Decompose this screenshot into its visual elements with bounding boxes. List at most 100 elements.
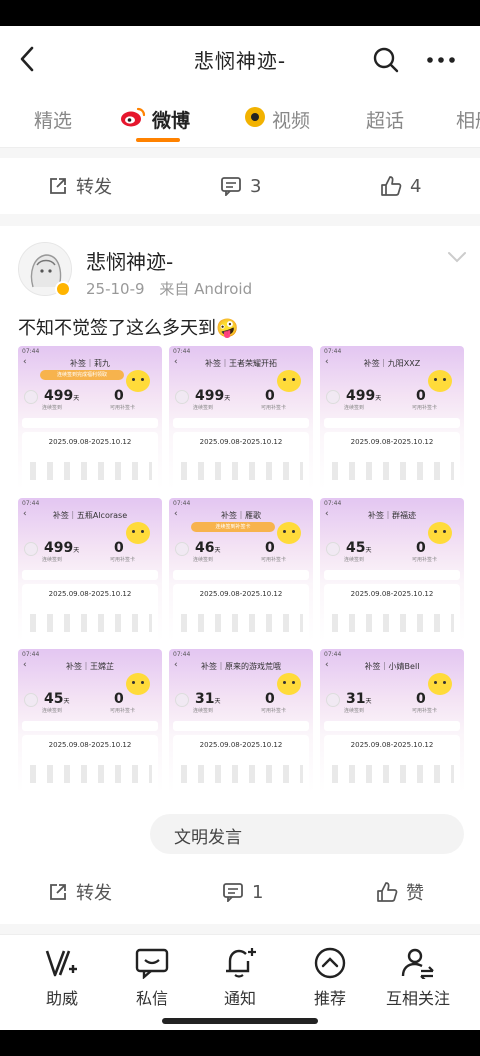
- post-image[interactable]: 07:44 ‹ 补签｜原来的游戏荒哦 31天 0 连续签到 可用补签卡 2025.09.08-…: [169, 649, 313, 793]
- days-unit: 天: [73, 395, 80, 402]
- calendar-dots: [30, 765, 152, 783]
- repost-label: 转发: [76, 177, 112, 198]
- image-days: 45天: [346, 540, 372, 556]
- image-avatar: [326, 693, 340, 707]
- image-strip: [173, 570, 309, 580]
- days-value: 499: [44, 540, 74, 556]
- days-unit: 天: [365, 698, 372, 705]
- back-arrow-icon[interactable]: [14, 44, 42, 74]
- image-status-time: 07:44: [324, 348, 342, 355]
- post-image[interactable]: 07:44 ‹ 补签｜雁歌 连续签到补签卡 46天 0 连续签到 可用补签卡 2025.09.0…: [169, 498, 313, 642]
- more-icon[interactable]: [424, 46, 458, 74]
- like-button[interactable]: 赞: [376, 864, 424, 920]
- notification-button[interactable]: 通知: [198, 947, 282, 1009]
- mutual-follow-button[interactable]: 互相关注: [376, 947, 460, 1009]
- emoji-face-icon: [126, 673, 150, 695]
- image-date-range: 2025.09.08-2025.10.12: [199, 590, 283, 598]
- cheer-icon: [45, 950, 77, 977]
- image-label-days: 连续签到: [344, 405, 365, 411]
- tab-featured[interactable]: 精选: [34, 106, 72, 133]
- image-status-time: 07:44: [22, 500, 40, 507]
- calendar-dots: [181, 765, 303, 783]
- calendar-dots: [181, 462, 303, 480]
- image-calendar: 2025.09.08-2025.10.12: [324, 735, 460, 793]
- message-icon: [135, 948, 169, 979]
- image-calendar: 2025.09.08-2025.10.12: [324, 432, 460, 490]
- post-card: 悲悯神迹- 25-10-9 来自 Android 不知不觉签了这么多天到🤪 07…: [0, 226, 480, 924]
- image-days: 45天: [44, 691, 70, 707]
- image-strip: [22, 418, 158, 428]
- post-image[interactable]: 07:44 ‹ 补签｜群福迹 45天 0 连续签到 可用补签卡 2025.09.08-2025…: [320, 498, 464, 642]
- thumbs-up-icon: [381, 176, 402, 196]
- repost-label: 转发: [76, 883, 112, 904]
- tab-album[interactable]: 相册: [456, 106, 480, 133]
- image-title: 补签｜原来的游戏荒哦: [201, 662, 281, 671]
- emoji-face-icon: [277, 522, 301, 544]
- recommend-button[interactable]: 推荐: [288, 947, 372, 1009]
- action-bar: 转发 3 4: [0, 158, 480, 214]
- post-image[interactable]: 07:44 ‹ 补签｜王嫦芷 45天 0 连续签到 可用补签卡 2025.09.08-2025…: [18, 649, 162, 793]
- image-status-time: 07:44: [22, 651, 40, 658]
- repost-icon: [50, 178, 66, 194]
- image-date-range: 2025.09.08-2025.10.12: [350, 590, 434, 598]
- image-label-cards: 可用补签卡: [412, 405, 438, 411]
- post-image[interactable]: 07:44 ‹ 补签｜王者荣耀开拓 499天 0 连续签到 可用补签卡 2025.09.08-…: [169, 346, 313, 490]
- screen: 悲悯神迹- 精选 微博 视频 超话 相册 转发 3: [0, 0, 480, 1056]
- days-unit: 天: [63, 698, 70, 705]
- emoji-face-icon: [277, 370, 301, 392]
- emoji-face-icon: [126, 370, 150, 392]
- image-title: 补签｜王嫦芷: [66, 662, 114, 671]
- tab-super-topic[interactable]: 超话: [366, 106, 404, 133]
- thumbs-up-icon: [377, 882, 398, 902]
- image-days: 499天: [195, 388, 230, 404]
- chevron-down-icon[interactable]: [446, 250, 468, 264]
- nav-label: 通知: [223, 989, 256, 1008]
- image-avatar: [175, 693, 189, 707]
- image-label-days: 连续签到: [42, 557, 63, 563]
- image-label-cards: 可用补签卡: [110, 405, 136, 411]
- calendar-dots: [181, 614, 303, 632]
- post-image[interactable]: 07:44 ‹ 补签｜九阳XXZ 499天 0 连续签到 可用补签卡 2025.09.08-2…: [320, 346, 464, 490]
- image-title: 补签｜雁歌: [221, 511, 261, 520]
- tab-video[interactable]: 视频: [244, 106, 310, 133]
- image-calendar: 2025.09.08-2025.10.12: [173, 735, 309, 793]
- image-grid: 07:44 ‹ 补签｜莉九 连续签到完成福利领取 499天 0 连续签到 可用补签卡 2025.…: [18, 346, 466, 793]
- post-image[interactable]: 07:44 ‹ 补签｜莉九 连续签到完成福利领取 499天 0 连续签到 可用补签卡 2025.…: [18, 346, 162, 490]
- days-value: 45: [346, 540, 366, 556]
- image-label-cards: 可用补签卡: [261, 708, 287, 714]
- image-avatar: [24, 390, 38, 404]
- cheer-button[interactable]: 助威: [20, 947, 104, 1009]
- home-indicator[interactable]: [162, 1018, 318, 1024]
- comment-input[interactable]: 文明发言: [150, 814, 464, 854]
- image-date-range: 2025.09.08-2025.10.12: [350, 438, 434, 446]
- days-unit: 天: [375, 395, 382, 402]
- post-image[interactable]: 07:44 ‹ 补签｜小婧Bell 31天 0 连续签到 可用补签卡 2025.09.08-2…: [320, 649, 464, 793]
- image-title: 补签｜九阳XXZ: [363, 359, 421, 368]
- tab-weibo[interactable]: 微博: [120, 106, 190, 133]
- bell-icon: [226, 948, 256, 978]
- comment-button[interactable]: 3: [220, 158, 261, 214]
- mutual-follow-icon: [401, 948, 434, 979]
- image-status-time: 07:44: [324, 651, 342, 658]
- image-calendar: 2025.09.08-2025.10.12: [173, 584, 309, 642]
- post-image[interactable]: 07:44 ‹ 补签｜五瓶Alcorase 499天 0 连续签到 可用补签卡 2025.09…: [18, 498, 162, 642]
- nav-label: 私信: [135, 989, 168, 1008]
- message-button[interactable]: 私信: [110, 947, 194, 1009]
- days-value: 45: [44, 691, 64, 707]
- weibo-logo-icon: [120, 106, 146, 133]
- image-label-cards: 可用补签卡: [412, 708, 438, 714]
- comment-button[interactable]: 1: [222, 864, 263, 920]
- repost-button[interactable]: 转发: [48, 158, 112, 214]
- tab-label: 相册: [456, 110, 480, 132]
- image-label-days: 连续签到: [344, 708, 365, 714]
- repost-button[interactable]: 转发: [48, 864, 112, 920]
- tab-label: 微博: [152, 110, 191, 132]
- image-cards: 0: [265, 540, 275, 556]
- image-label-days: 连续签到: [42, 405, 63, 411]
- comment-count: 1: [252, 881, 264, 903]
- like-button[interactable]: 4: [380, 158, 421, 214]
- post-username[interactable]: 悲悯神迹-: [86, 246, 173, 275]
- nav-label: 推荐: [313, 989, 346, 1008]
- image-cards: 0: [114, 540, 124, 556]
- search-icon[interactable]: [372, 46, 400, 74]
